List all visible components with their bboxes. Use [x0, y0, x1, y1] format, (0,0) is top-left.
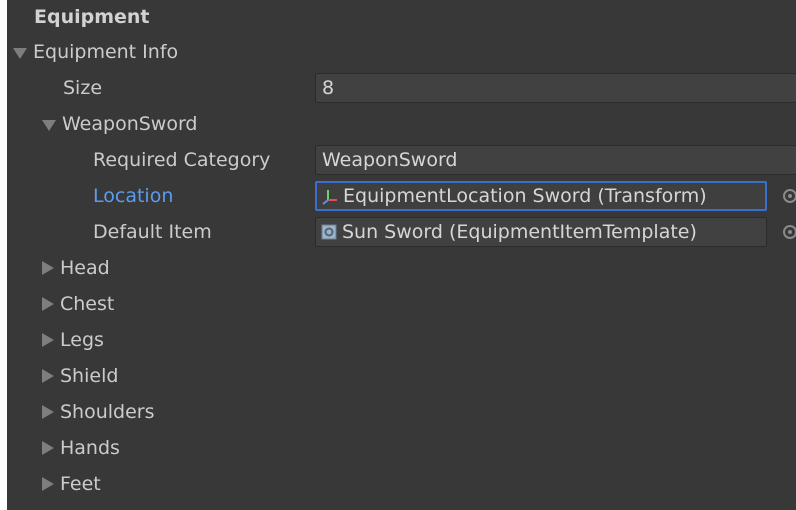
foldout-label: Legs: [60, 329, 104, 351]
default-item-label: Default Item: [93, 221, 212, 243]
default-item-object-field[interactable]: Sun Sword (EquipmentItemTemplate): [315, 217, 767, 247]
collapsed-triangle-icon[interactable]: [42, 297, 54, 311]
collapsed-triangle-icon[interactable]: [42, 405, 54, 419]
weapon-sword-label: WeaponSword: [62, 113, 198, 135]
foldout-label: Feet: [60, 473, 101, 495]
object-picker-icon[interactable]: [783, 225, 796, 239]
foldout-label: Hands: [60, 437, 120, 459]
required-category-input[interactable]: WeaponSword: [315, 145, 796, 175]
feet-foldout[interactable]: Feet: [42, 466, 796, 502]
transform-axes-icon: [321, 187, 339, 205]
foldout-label: Shield: [60, 365, 119, 387]
hands-foldout[interactable]: Hands: [42, 430, 796, 466]
foldout-label: Chest: [60, 293, 115, 315]
size-label: Size: [63, 77, 103, 99]
location-label: Location: [93, 185, 174, 207]
object-picker-icon[interactable]: [783, 189, 796, 203]
equipment-info-foldout[interactable]: Equipment Info: [13, 34, 796, 70]
inspector-panel: Equipment Equipment Info Size 8 WeaponSw…: [7, 0, 796, 510]
size-input[interactable]: 8: [315, 73, 796, 103]
foldout-label: Shoulders: [60, 401, 155, 423]
collapsed-triangle-icon[interactable]: [42, 369, 54, 383]
weapon-sword-foldout[interactable]: WeaponSword: [42, 106, 796, 142]
head-foldout[interactable]: Head: [42, 250, 796, 286]
collapsed-triangle-icon[interactable]: [42, 477, 54, 491]
component-header: Equipment: [34, 6, 150, 28]
expanded-triangle-icon[interactable]: [13, 47, 27, 59]
shoulders-foldout[interactable]: Shoulders: [42, 394, 796, 430]
scriptable-object-icon: [320, 223, 338, 241]
shield-foldout[interactable]: Shield: [42, 358, 796, 394]
collapsed-triangle-icon[interactable]: [42, 441, 54, 455]
equipment-info-label: Equipment Info: [33, 41, 179, 63]
legs-foldout[interactable]: Legs: [42, 322, 796, 358]
location-object-field[interactable]: EquipmentLocation Sword (Transform): [315, 181, 767, 211]
default-item-value: Sun Sword (EquipmentItemTemplate): [342, 221, 697, 243]
collapsed-triangle-icon[interactable]: [42, 261, 54, 275]
location-value: EquipmentLocation Sword (Transform): [343, 185, 707, 207]
foldout-label: Head: [60, 257, 110, 279]
required-category-label: Required Category: [93, 149, 271, 171]
expanded-triangle-icon[interactable]: [42, 119, 56, 131]
chest-foldout[interactable]: Chest: [42, 286, 796, 322]
collapsed-triangle-icon[interactable]: [42, 333, 54, 347]
